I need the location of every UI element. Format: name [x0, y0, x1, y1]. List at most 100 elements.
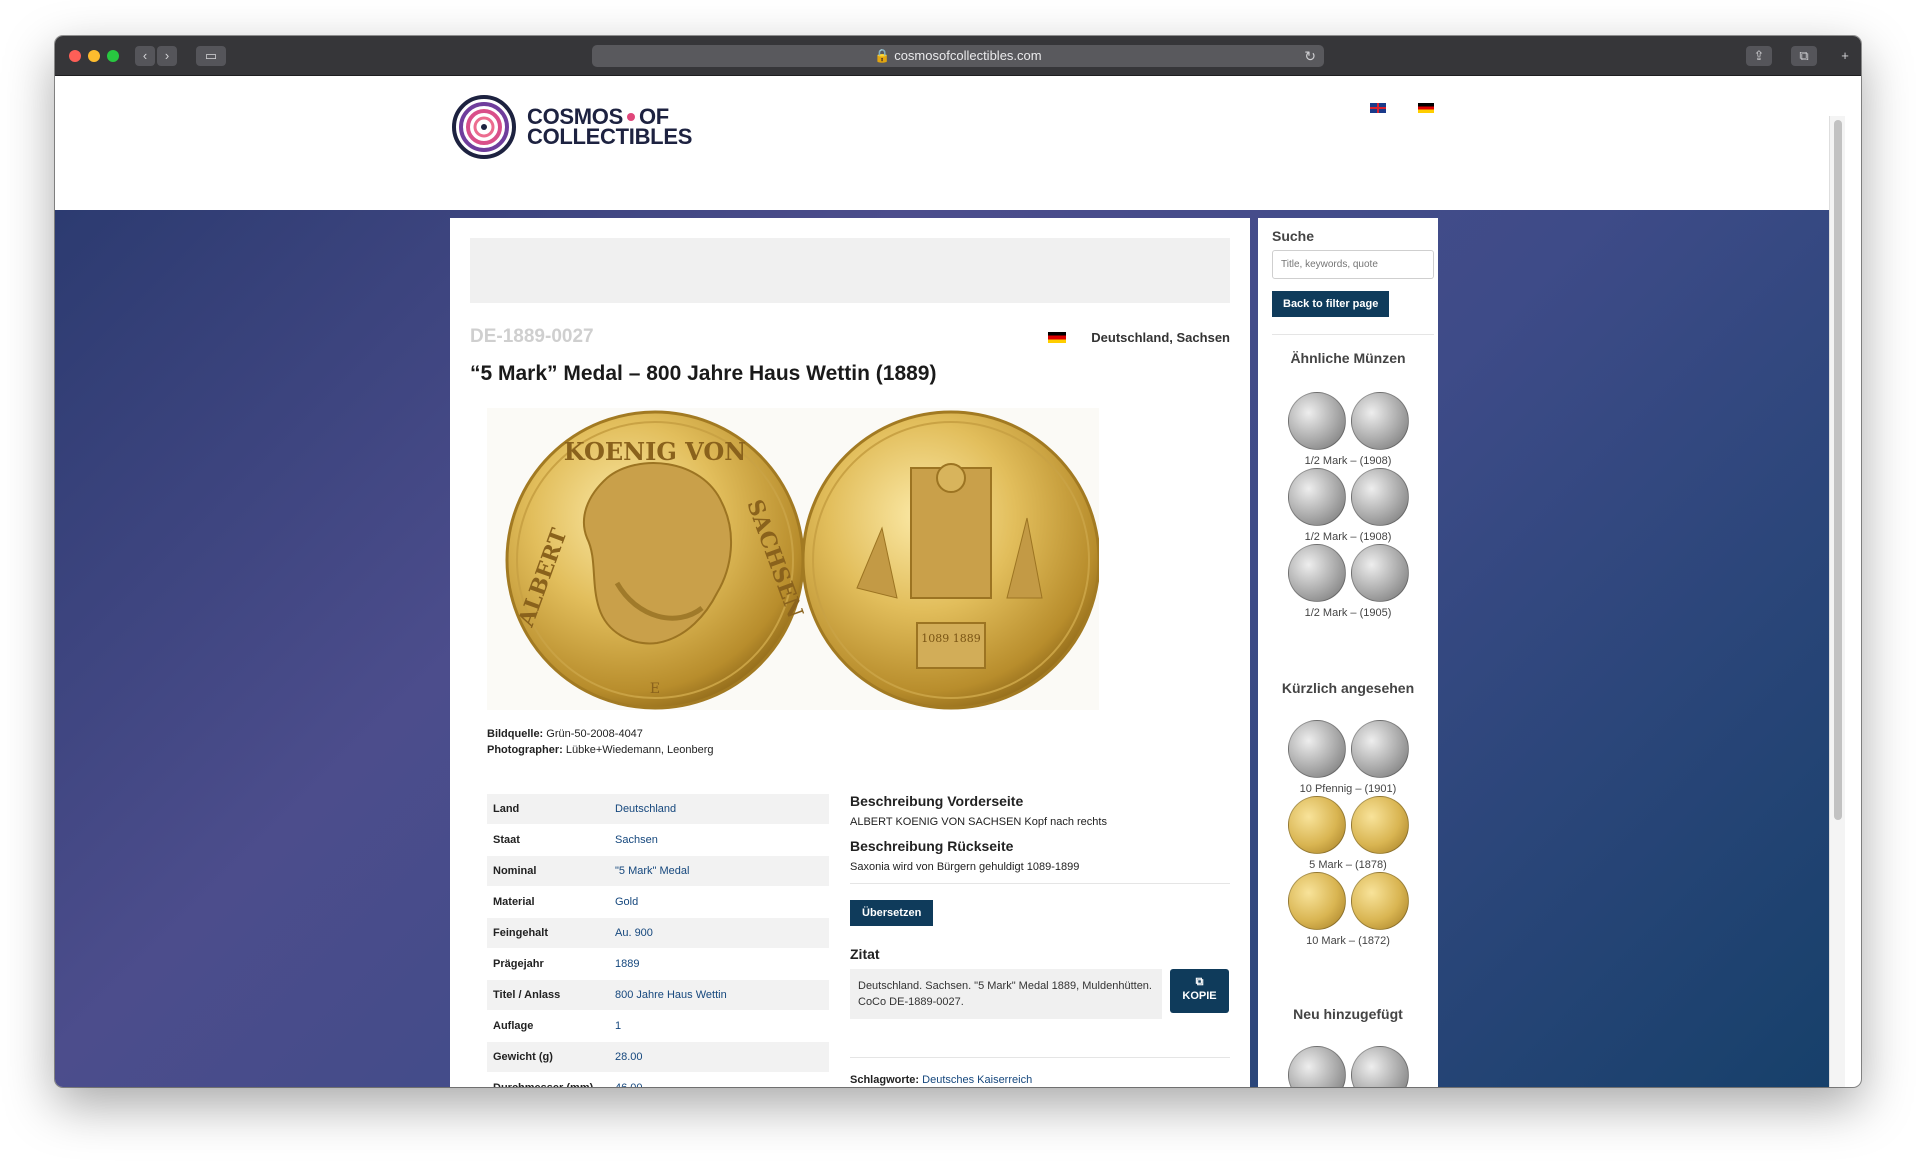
coin-thumbnail-obverse: [1287, 796, 1346, 854]
spec-row: Land Deutschland: [487, 793, 829, 825]
coin-thumbnail-obverse: [1287, 468, 1346, 526]
spec-label: Staat: [487, 824, 609, 856]
ad-placeholder: [470, 238, 1230, 303]
reverse-text: Saxonia wird von Bürgern gehuldigt 1089-…: [850, 861, 1080, 873]
lock-icon: 🔒: [874, 48, 891, 63]
site-logo[interactable]: COSMOS OF COLLECTIBLES: [451, 94, 692, 160]
logo-wordmark: COSMOS OF COLLECTIBLES: [527, 104, 693, 149]
new-heading: Neu hinzugefügt: [1293, 1006, 1403, 1022]
logo-rings-icon: [452, 95, 516, 159]
coin-thumbnail-reverse: [1350, 544, 1409, 602]
sidebar-coin-link[interactable]: 1/2 Mark – (1908): [1258, 392, 1438, 467]
back-to-filter-button[interactable]: Back to filter page: [1272, 291, 1390, 317]
obverse-coin: KOENIG VON ALBERT SACHSEN E: [505, 410, 808, 710]
sidebar-coin-link[interactable]: 1/2 Mark – (1905): [1258, 544, 1438, 619]
similar-heading: Ähnliche Münzen: [1290, 350, 1406, 366]
spec-label: Feingehalt: [487, 917, 609, 949]
coin-thumbnail-caption: 1/2 Mark – (1905): [1304, 607, 1392, 619]
coin-specs-table: Land Deutschland Staat Sachsen Nominal "5 Mar…: [487, 793, 829, 1087]
address-bar[interactable]: 🔒 cosmosofcollectibles.com ↻: [592, 45, 1324, 67]
coin-thumbnail-caption: 1/2 Mark – (1908): [1304, 455, 1392, 467]
svg-text:1089 1889: 1089 1889: [921, 632, 981, 645]
spec-value-link[interactable]: Sachsen: [609, 824, 829, 856]
keyword-link[interactable]: Deutsches Kaiserreich: [922, 1074, 1032, 1086]
forward-arrow-icon[interactable]: ›: [157, 46, 177, 66]
spec-value-link[interactable]: 28.00: [609, 1041, 829, 1073]
spec-value-link[interactable]: Deutschland: [609, 793, 829, 825]
citation-text[interactable]: Deutschland. Sachsen. "5 Mark" Medal 188…: [850, 969, 1162, 1019]
coin-thumbnail-reverse: [1350, 796, 1409, 854]
spec-row: Auflage 1: [487, 1010, 829, 1042]
spec-value-link[interactable]: Gold: [609, 886, 829, 918]
page-scrollbar[interactable]: [1829, 116, 1845, 1087]
coin-thumbnail-caption: 5 Mark – (1878): [1309, 859, 1387, 871]
spec-value-link[interactable]: "5 Mark" Medal: [609, 855, 829, 887]
search-heading: Suche: [1272, 228, 1315, 244]
browser-titlebar: ‹ › ▭ 🔒 cosmosofcollectibles.com ↻ ⇪ ⧉ +: [55, 36, 1861, 76]
spec-label: Land: [487, 793, 609, 825]
spec-row: Material Gold: [487, 886, 829, 918]
share-icon[interactable]: ⇪: [1746, 46, 1772, 66]
copy-icon: ⧉: [1195, 976, 1204, 988]
minimize-window-button[interactable]: [88, 50, 100, 62]
sidebar: Suche Back to filter page Ähnliche Münze…: [1258, 218, 1438, 1087]
german-flag-icon[interactable]: [1418, 103, 1434, 113]
browser-window: ‹ › ▭ 🔒 cosmosofcollectibles.com ↻ ⇪ ⧉ +…: [55, 36, 1861, 1087]
new-tab-icon[interactable]: +: [1835, 46, 1855, 66]
coin-description: Beschreibung Vorderseite ALBERT KOENIG V…: [850, 793, 1230, 1086]
coin-thumbnail-reverse: [1350, 468, 1409, 526]
spec-label: Gewicht (g): [487, 1041, 609, 1073]
sidebar-toggle-icon[interactable]: ▭: [196, 46, 226, 66]
page-viewport: COSMOS OF COLLECTIBLES DE-1889-0027 Deuts…: [55, 76, 1845, 1087]
spec-row: Prägejahr 1889: [487, 948, 829, 980]
spec-row: Staat Sachsen: [487, 824, 829, 856]
url-text: cosmosofcollectibles.com: [894, 48, 1042, 63]
obverse-text: ALBERT KOENIG VON SACHSEN Kopf nach rech…: [850, 816, 1107, 828]
obverse-heading: Beschreibung Vorderseite: [850, 793, 1024, 809]
recent-heading: Kürzlich angesehen: [1281, 680, 1415, 696]
origin-state-link[interactable]: Sachsen: [1177, 330, 1230, 345]
coin-thumbnail-obverse: [1287, 872, 1346, 930]
svg-text:E: E: [650, 681, 660, 697]
coin-thumbnail-caption: 10 Mark – (1872): [1306, 935, 1390, 947]
scrollbar-thumb[interactable]: [1834, 120, 1842, 820]
sidebar-coin-link[interactable]: 3 Mark – Zum Jubiläum 25: [1258, 1046, 1438, 1087]
spec-value-link[interactable]: 800 Jahre Haus Wettin: [609, 979, 829, 1011]
copy-button[interactable]: ⧉ KOPIE: [1170, 969, 1229, 1013]
quote-heading: Zitat: [850, 946, 880, 962]
spec-value-link[interactable]: Au. 900: [609, 917, 829, 949]
sidebar-coin-link[interactable]: 10 Mark – (1872): [1258, 872, 1438, 947]
origin-country-link[interactable]: Deutschland: [1091, 330, 1169, 345]
spec-label: Prägejahr: [487, 948, 609, 980]
site-header: COSMOS OF COLLECTIBLES: [55, 76, 1845, 210]
coin-thumbnail-obverse: [1287, 1046, 1346, 1087]
sidebar-coin-link[interactable]: 1/2 Mark – (1908): [1258, 468, 1438, 543]
sidebar-coin-link[interactable]: 10 Pfennig – (1901): [1258, 720, 1438, 795]
close-window-button[interactable]: [69, 50, 81, 62]
coin-thumbnail-caption: 1/2 Mark – (1908): [1304, 531, 1392, 543]
image-credit: Bildquelle: Grün-50-2008-4047 Photograph…: [487, 728, 714, 756]
spec-label: Auflage: [487, 1010, 609, 1042]
reload-icon[interactable]: ↻: [1304, 45, 1316, 67]
english-flag-icon[interactable]: [1370, 103, 1386, 113]
spec-row: Titel / Anlass 800 Jahre Haus Wettin: [487, 979, 829, 1011]
translate-button[interactable]: Übersetzen: [850, 900, 934, 926]
spec-value-link[interactable]: 1889: [609, 948, 829, 980]
coin-thumbnail-obverse: [1287, 720, 1346, 778]
coin-origin: Deutschland, Sachsen: [1048, 330, 1230, 345]
coin-thumbnail-obverse: [1287, 392, 1346, 450]
coin-thumbnail-reverse: [1350, 392, 1409, 450]
spec-value-link[interactable]: 46.00: [609, 1072, 829, 1087]
spec-value-link[interactable]: 1: [609, 1010, 829, 1042]
svg-text:KOENIG VON: KOENIG VON: [564, 437, 746, 466]
search-input[interactable]: [1272, 250, 1434, 279]
coin-detail-card: DE-1889-0027 Deutschland, Sachsen “5 Mar…: [450, 218, 1250, 1087]
back-arrow-icon[interactable]: ‹: [135, 46, 155, 66]
reverse-heading: Beschreibung Rückseite: [850, 838, 1014, 854]
zoom-window-button[interactable]: [107, 50, 119, 62]
coin-id: DE-1889-0027: [470, 326, 594, 347]
coin-image[interactable]: KOENIG VON ALBERT SACHSEN E 1089 1889: [487, 408, 1101, 710]
spec-label: Durchmesser (mm): [487, 1072, 609, 1087]
tabs-overview-icon[interactable]: ⧉: [1791, 46, 1817, 66]
sidebar-coin-link[interactable]: 5 Mark – (1878): [1258, 796, 1438, 871]
